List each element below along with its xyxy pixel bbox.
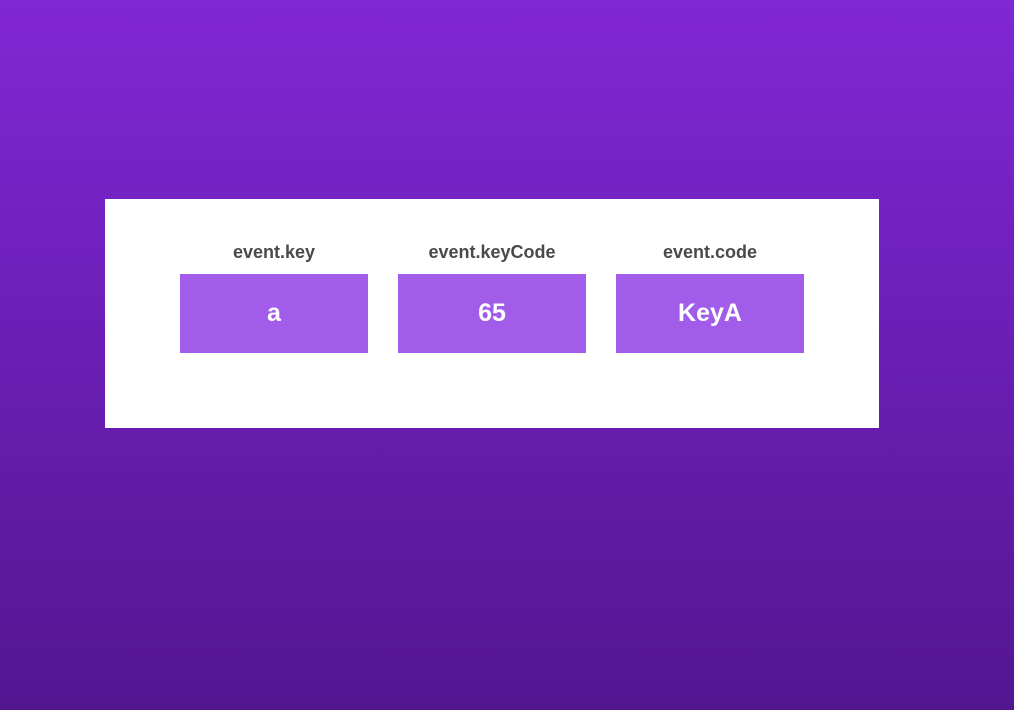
event-keycode-column: event.keyCode 65 [398,241,586,353]
event-key-column: event.key a [180,241,368,353]
key-event-card: event.key a event.keyCode 65 event.code … [105,199,879,428]
event-code-label: event.code [662,242,758,262]
event-code-value: KeyA [616,274,804,353]
event-key-value: a [180,274,368,353]
event-keycode-label: event.keyCode [428,242,556,262]
event-code-column: event.code KeyA [616,241,804,353]
event-key-label: event.key [232,242,316,262]
event-keycode-value: 65 [398,274,586,353]
